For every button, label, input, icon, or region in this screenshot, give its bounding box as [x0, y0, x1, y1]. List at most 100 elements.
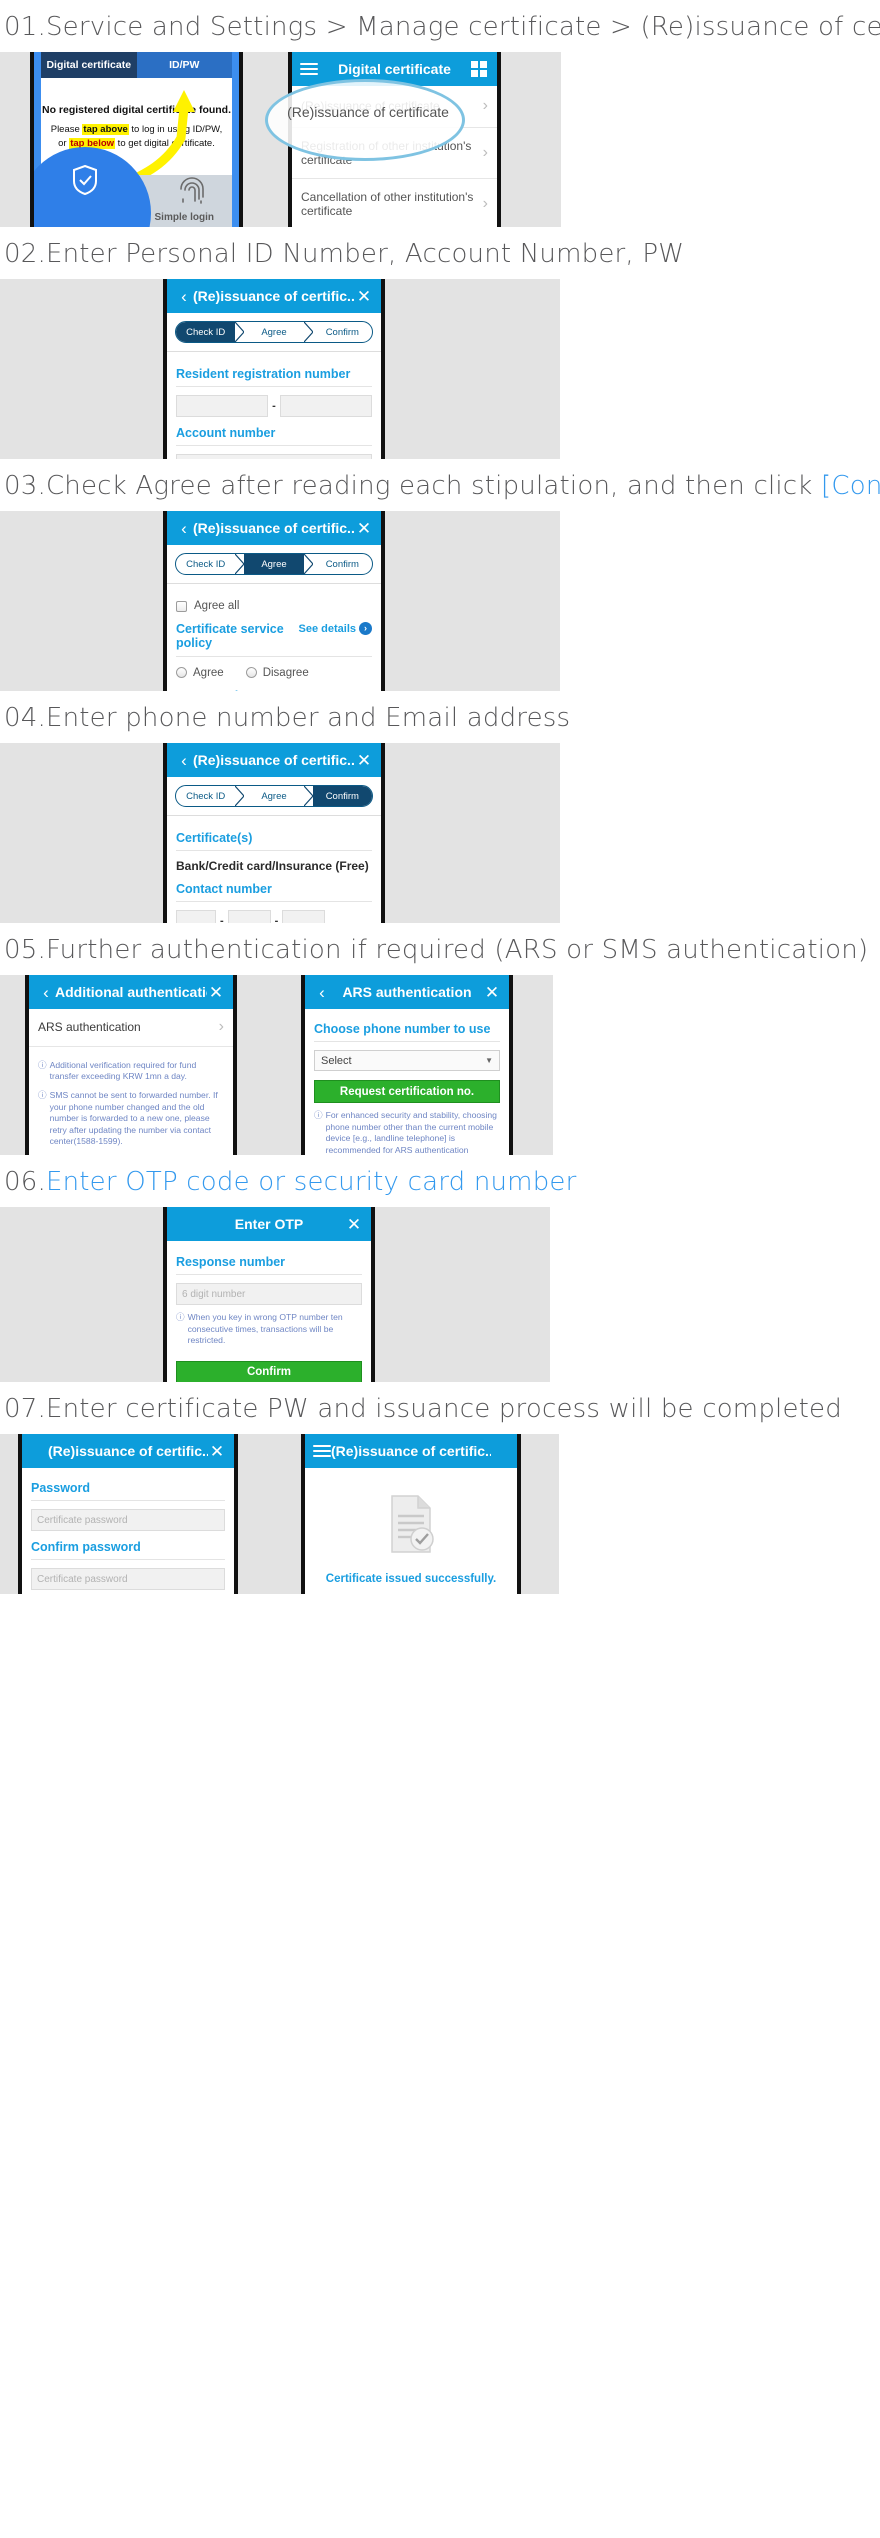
agree-all-checkbox[interactable]	[176, 600, 187, 612]
login-screen-body: Digital certificate ID/PW No registered …	[34, 52, 239, 227]
tab-digital-certificate[interactable]: Digital certificate	[41, 52, 137, 78]
otp-note: ⓘ When you key in wrong OTP number ten c…	[176, 1312, 362, 1347]
step-text-07: Enter certificate PW and issuance proces…	[45, 1394, 842, 1424]
terms-row: Terms and conditions of collection and u…	[176, 689, 372, 691]
otp-confirm-button[interactable]: Confirm	[176, 1360, 362, 1382]
agree-all-row[interactable]: Agree all	[176, 600, 372, 612]
phone-part3-input[interactable]	[282, 910, 326, 923]
ars-item-label: ARS authentication	[38, 1020, 141, 1035]
step-confirm: Confirm	[325, 326, 359, 338]
policy-radio-row: Agree Disagree	[176, 667, 372, 679]
s4-appbar: ‹ (Re)issuance of certific... ✕	[167, 743, 381, 777]
step-heading-02: 02.Enter Personal ID Number, Account Num…	[4, 239, 685, 269]
close-icon[interactable]: ✕	[208, 1443, 226, 1460]
step-text-04: Enter phone number and Email address	[45, 703, 571, 733]
gray-pad	[0, 1207, 163, 1382]
close-icon[interactable]: ✕	[355, 520, 373, 537]
chevron-right-icon: ›	[482, 97, 488, 114]
chevron-right-icon: ›	[482, 194, 488, 212]
gray-pad	[0, 279, 163, 459]
phone-part1-input[interactable]	[176, 910, 216, 923]
back-chevron-icon[interactable]: ‹	[175, 752, 193, 769]
password-input[interactable]: Certificate password	[31, 1509, 225, 1531]
choose-phone-heading: Choose phone number to use	[314, 1022, 491, 1036]
radio-disagree[interactable]	[245, 667, 257, 679]
close-icon[interactable]: ✕	[345, 1216, 363, 1233]
otp-note-text: When you key in wrong OTP number ten con…	[187, 1312, 343, 1346]
s5r-body: Choose phone number to use Select ▼ Requ…	[305, 1009, 509, 1155]
ars-authentication-item[interactable]: ARS authentication ›	[29, 1009, 233, 1047]
s4-step-indicator: Check ID Agree Confirm	[175, 785, 373, 807]
menu-item-label: Cancellation of other institution's cert…	[301, 190, 474, 219]
s3-appbar: ‹ (Re)issuance of certific... ✕	[167, 511, 381, 545]
gray-pad	[0, 1434, 18, 1594]
separator: -	[272, 400, 276, 412]
back-chevron-icon[interactable]: ‹	[175, 520, 193, 537]
tutorial-page: 01.Service and Settings > Manage certifi…	[0, 0, 880, 1594]
simple-login-label: Simple login	[154, 212, 214, 223]
close-icon[interactable]: ✕	[355, 752, 373, 769]
login-tabs: Digital certificate ID/PW	[41, 52, 232, 78]
s3-appbar-title: (Re)issuance of certific...	[193, 520, 355, 536]
white-pad	[559, 1434, 880, 1594]
close-icon[interactable]: ✕	[483, 984, 501, 1001]
step-heading-03: 03.Check Agree after reading each stipul…	[0, 459, 880, 511]
manage-certificate-callout: Manage certificate	[34, 147, 151, 227]
rule	[176, 655, 372, 657]
gray-pad-3	[501, 52, 561, 227]
radio-agree[interactable]	[176, 667, 187, 679]
instr-a-pre: Please	[50, 124, 83, 135]
close-icon[interactable]: ✕	[355, 288, 373, 305]
back-chevron-icon[interactable]: ‹	[175, 288, 193, 305]
success-body: Certificate issued successfully. This ce…	[305, 1468, 517, 1594]
gray-pad-2	[238, 1434, 301, 1594]
rrn-part2-input[interactable]	[279, 395, 373, 417]
rrn-part1-input[interactable]	[176, 395, 269, 417]
phone-part2-input[interactable]	[227, 910, 271, 923]
info-icon: ⓘ	[38, 1059, 47, 1070]
menu-item-cancellation[interactable]: Cancellation of other institution's cert…	[292, 179, 497, 227]
ars-note: ⓘ For enhanced security and stability, c…	[314, 1110, 500, 1155]
info-icon-2: ⓘ	[38, 1090, 47, 1101]
phone-agree: ‹ (Re)issuance of certific... ✕ Check ID…	[163, 511, 385, 691]
phone-number-select[interactable]: Select ▼	[314, 1050, 500, 1071]
step-confirm: Confirm	[312, 786, 372, 806]
hamburger-icon[interactable]	[300, 60, 318, 78]
step-heading-07: 07.Enter certificate PW and issuance pro…	[4, 1394, 842, 1424]
s4-body: Certificate(s) Bank/Credit card/Insuranc…	[167, 816, 381, 923]
rule	[176, 850, 372, 851]
otp-input[interactable]: 6 digit number	[176, 1283, 362, 1305]
back-chevron-icon[interactable]: ‹	[37, 984, 55, 1001]
login-headline: No registered digital certificate found.	[41, 104, 232, 116]
gray-pad	[0, 52, 30, 227]
step-number-02: 02	[4, 239, 38, 269]
phone-row: - -	[176, 910, 372, 923]
s7r-appbar: (Re)issuance of certific... ✕	[305, 1434, 517, 1468]
close-icon[interactable]: ✕	[207, 984, 225, 1001]
request-certification-button[interactable]: Request certification no.	[314, 1080, 500, 1103]
step-text-03-accent: [Confirm]	[821, 471, 880, 501]
simple-login-button[interactable]: Simple login	[136, 175, 232, 227]
account-input[interactable]: Enter numbers only without (-)	[176, 454, 372, 459]
fingerprint-icon	[180, 177, 204, 204]
back-chevron-icon[interactable]: ‹	[313, 984, 331, 1001]
confirm-password-input[interactable]: Certificate password	[31, 1568, 225, 1590]
gray-pad-2	[243, 52, 288, 227]
menu-item-registration[interactable]: Registration of other institution's cert…	[292, 128, 497, 180]
rule	[176, 1274, 362, 1275]
gray-pad-2	[385, 743, 560, 923]
grid-menu-icon[interactable]	[471, 61, 489, 77]
s5l-appbar: ‹ Additional authentication ✕	[29, 975, 233, 1009]
s7l-body: Password Certificate password Confirm pa…	[22, 1468, 234, 1594]
step-number-05: 05	[4, 935, 38, 965]
s7l-appbar-title: (Re)issuance of certific...	[48, 1443, 208, 1459]
hamburger-icon[interactable]	[313, 1442, 331, 1460]
shield-icon-large	[73, 165, 97, 195]
phone-issue-success: (Re)issuance of certific... ✕ Certificat…	[301, 1434, 521, 1594]
tab-id-pw[interactable]: ID/PW	[136, 52, 232, 78]
rule	[314, 1041, 500, 1042]
phone-confirm: ‹ (Re)issuance of certific... ✕ Check ID…	[163, 743, 385, 923]
see-details-link[interactable]: See details ›	[299, 622, 372, 635]
rule	[31, 1500, 225, 1501]
step-04-screens: ‹ (Re)issuance of certific... ✕ Check ID…	[0, 743, 880, 923]
